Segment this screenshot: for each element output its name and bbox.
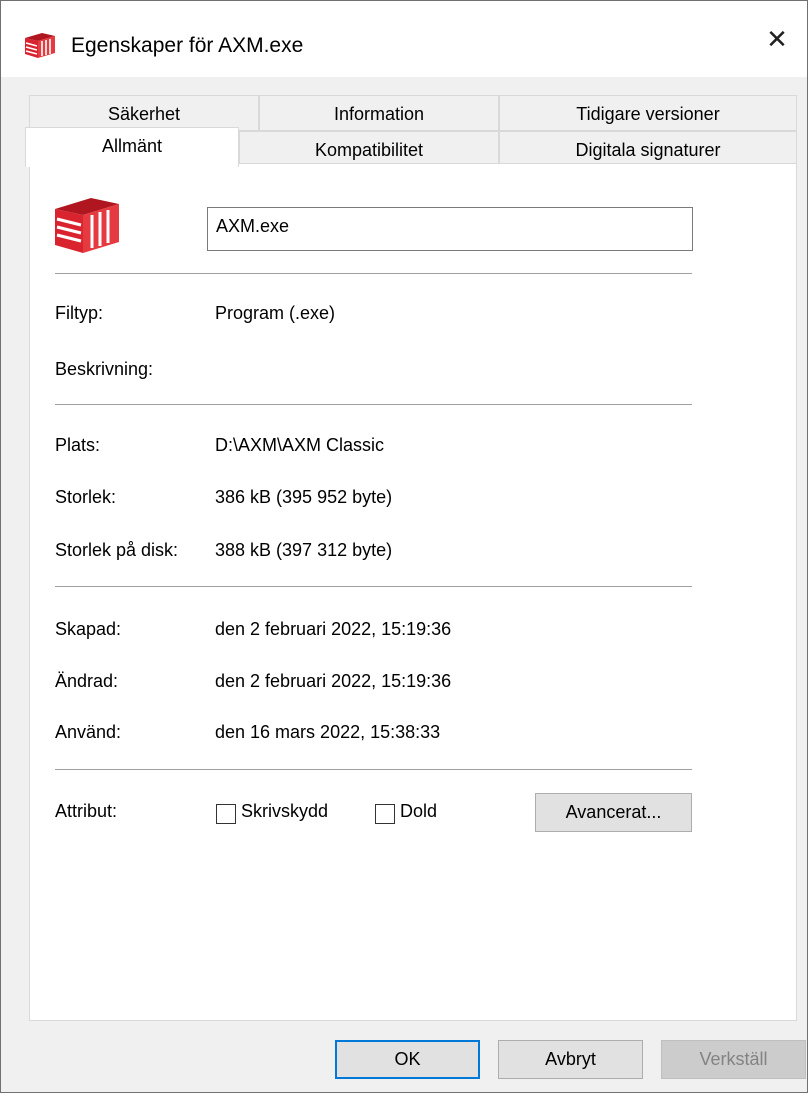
disk-size-value: 388 kB (397 312 byte) xyxy=(215,540,393,560)
ok-button[interactable]: OK xyxy=(335,1040,480,1079)
readonly-checkbox[interactable] xyxy=(216,804,236,824)
tab-sakerhet[interactable]: Säkerhet xyxy=(29,95,259,131)
readonly-checkbox-label[interactable]: Skrivskydd xyxy=(241,801,328,822)
modified-label: Ändrad: xyxy=(55,671,119,691)
advanced-button[interactable]: Avancerat... xyxy=(535,793,692,832)
cancel-button[interactable]: Avbryt xyxy=(498,1040,643,1079)
hidden-checkbox-label[interactable]: Dold xyxy=(400,801,437,822)
tab-kompatibilitet[interactable]: Kompatibilitet xyxy=(239,131,499,164)
attributes-label: Attribut: xyxy=(55,801,118,821)
disk-size-label: Storlek på disk: xyxy=(55,540,179,560)
tab-tidigare-versioner[interactable]: Tidigare versioner xyxy=(499,95,797,131)
general-tab-panel xyxy=(29,163,797,1021)
filetype-value: Program (.exe) xyxy=(215,303,336,323)
tab-digitala-signaturer[interactable]: Digitala signaturer xyxy=(499,131,797,164)
title-bar[interactable]: Egenskaper för AXM.exe ✕ xyxy=(1,1,807,77)
tab-label: Allmänt xyxy=(101,136,163,156)
tab-allmant[interactable]: Allmänt xyxy=(25,127,239,167)
filetype-label: Filtyp: xyxy=(55,303,104,323)
created-value: den 2 februari 2022, 15:19:36 xyxy=(215,619,452,639)
axm-logo-icon xyxy=(25,33,55,58)
close-icon: ✕ xyxy=(766,23,788,54)
separator xyxy=(55,769,692,770)
separator xyxy=(55,404,692,405)
hidden-checkbox[interactable] xyxy=(375,804,395,824)
tab-label: Kompatibilitet xyxy=(314,140,424,160)
location-value: D:\AXM\AXM Classic xyxy=(215,435,385,455)
properties-dialog: Egenskaper för AXM.exe ✕ Säkerhet Inform… xyxy=(0,0,808,1093)
close-button[interactable]: ✕ xyxy=(747,1,807,77)
window-title: Egenskaper för AXM.exe xyxy=(71,34,304,57)
tab-information[interactable]: Information xyxy=(259,95,499,131)
file-name-input[interactable]: AXM.exe xyxy=(207,207,693,251)
tab-label: Tidigare versioner xyxy=(576,104,720,124)
created-label: Skapad: xyxy=(55,619,122,639)
size-label: Storlek: xyxy=(55,487,117,507)
separator xyxy=(55,273,692,274)
accessed-value: den 16 mars 2022, 15:38:33 xyxy=(215,722,441,742)
modified-value: den 2 februari 2022, 15:19:36 xyxy=(215,671,452,691)
accessed-label: Använd: xyxy=(55,722,122,742)
separator xyxy=(55,586,692,587)
size-value: 386 kB (395 952 byte) xyxy=(215,487,393,507)
tab-label: Digitala signaturer xyxy=(575,140,721,160)
apply-button[interactable]: Verkställ xyxy=(661,1040,806,1079)
tab-label: Information xyxy=(333,104,425,124)
tab-label: Säkerhet xyxy=(107,104,181,124)
location-label: Plats: xyxy=(55,435,101,455)
description-label: Beskrivning: xyxy=(55,359,154,379)
axm-logo-icon xyxy=(55,198,119,253)
